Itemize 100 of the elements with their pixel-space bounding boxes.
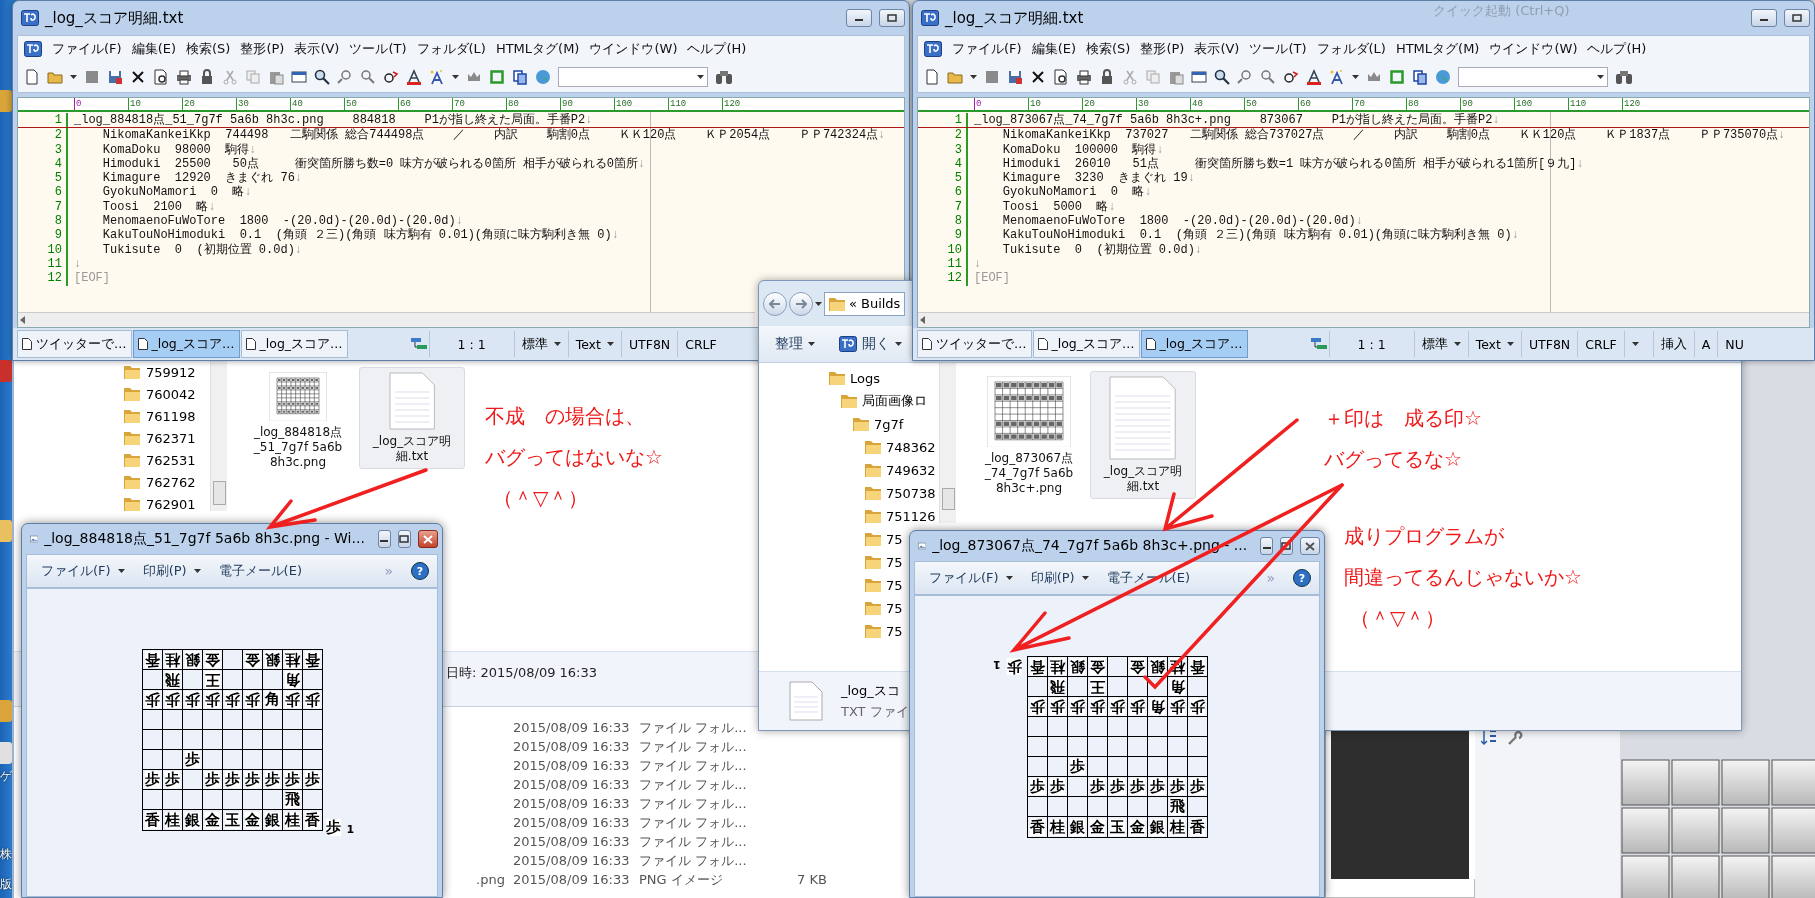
close-icon[interactable] — [130, 69, 146, 85]
menu-item[interactable]: 検索(S) — [1086, 40, 1131, 58]
scissors-icon[interactable] — [222, 69, 238, 85]
frame-icon[interactable] — [1389, 69, 1405, 85]
file-tile[interactable]: _log_スコア明細.txt — [1090, 371, 1196, 499]
magnifier-arrow-icon[interactable] — [1237, 69, 1253, 85]
square-icon[interactable] — [84, 69, 100, 85]
magnifier-arrow-icon[interactable] — [337, 69, 353, 85]
menu-item[interactable]: ファイル(F) — [52, 40, 122, 58]
toolbar-button[interactable]: 開く — [839, 335, 902, 353]
folder-item[interactable]: 762901 — [124, 495, 210, 513]
status-dropdown[interactable]: Text — [567, 331, 621, 357]
save-icon[interactable] — [107, 69, 123, 85]
close-button[interactable] — [1299, 537, 1320, 555]
close-icon[interactable] — [1030, 69, 1046, 85]
file-name[interactable]: .png — [476, 871, 505, 888]
menu-item[interactable]: ツール(T) — [1249, 40, 1307, 58]
menu-item[interactable]: 整形(P) — [1140, 40, 1185, 58]
replace-icon[interactable] — [1283, 69, 1299, 85]
address-bar[interactable]: « Builds — [824, 291, 906, 316]
tab[interactable]: ツイッターで… — [17, 330, 132, 358]
tree-item[interactable]: 75 — [865, 622, 903, 640]
menu-item[interactable]: 編集(E) — [131, 40, 176, 58]
frame-icon[interactable] — [489, 69, 505, 85]
menu-item[interactable]: ヘルプ(H) — [1587, 40, 1647, 58]
menu-item[interactable]: ツール(T) — [349, 40, 407, 58]
menu-item[interactable]: 編集(E) — [1031, 40, 1076, 58]
menu-item[interactable]: 表示(V) — [1194, 40, 1240, 58]
desktop-icon-label[interactable]: 株 — [0, 848, 12, 860]
tab[interactable]: _log_スコア… — [1140, 330, 1248, 358]
menu-button[interactable]: 印刷(P) — [142, 562, 201, 580]
toolbar-button[interactable]: 整理 — [775, 335, 815, 353]
menu-button[interactable]: ファイル(F) — [41, 562, 125, 580]
status-dropdown[interactable]: Text — [1467, 331, 1521, 357]
globe-icon[interactable] — [1435, 69, 1451, 85]
binoculars-icon[interactable] — [715, 69, 733, 85]
tree-item[interactable]: 750738 — [865, 484, 936, 502]
folder-item[interactable]: 762531 — [124, 451, 210, 469]
menu-item[interactable]: HTMLタグ(M) — [495, 40, 580, 58]
breadcrumb-chevron[interactable]: « — [849, 296, 857, 311]
tree-item[interactable]: 75 — [865, 553, 903, 571]
search-combo[interactable] — [558, 67, 708, 87]
menu-button[interactable]: 電子メール(E) — [218, 562, 302, 580]
printer-icon[interactable] — [1076, 69, 1092, 85]
tab[interactable]: _log_スコア… — [1032, 330, 1140, 358]
binoculars-icon[interactable] — [1615, 69, 1633, 85]
pages-icon[interactable] — [1412, 69, 1428, 85]
tree-item[interactable]: 75 — [865, 530, 903, 548]
preview-icon[interactable] — [1053, 69, 1069, 85]
menu-item[interactable]: フォルダ(L) — [416, 40, 486, 58]
status-dropdown[interactable]: 標準 — [513, 331, 568, 357]
menu-item[interactable]: HTMLタグ(M) — [1395, 40, 1480, 58]
search-icon[interactable] — [1214, 69, 1230, 85]
back-button[interactable] — [763, 291, 787, 316]
magnifier-arrow-icon[interactable] — [1260, 69, 1276, 85]
scrollbar[interactable] — [210, 361, 227, 511]
font-effect-icon[interactable] — [429, 69, 445, 85]
magnifier-arrow-icon[interactable] — [360, 69, 376, 85]
tree-item[interactable]: 748362 — [865, 438, 936, 456]
window-icon[interactable] — [291, 69, 307, 85]
folder-icon[interactable] — [947, 69, 963, 85]
folder-item[interactable]: 759912 — [124, 363, 210, 381]
paste-icon[interactable] — [1168, 69, 1184, 85]
tree-item[interactable]: 75 — [865, 576, 903, 594]
menu-item[interactable]: ヘルプ(H) — [687, 40, 747, 58]
maximize-button[interactable] — [879, 9, 905, 27]
folder-item[interactable]: 762762 — [124, 473, 210, 491]
folder-item[interactable]: 761198 — [124, 407, 210, 425]
menu-item[interactable]: 表示(V) — [294, 40, 340, 58]
tree-item[interactable]: 751126 — [865, 507, 936, 525]
minimize-button[interactable] — [377, 530, 391, 548]
menu-item[interactable]: ウインドウ(W) — [1489, 40, 1578, 58]
status-dropdown[interactable]: 標準 — [1413, 331, 1468, 357]
close-button[interactable] — [417, 530, 438, 548]
folder-item[interactable]: 762371 — [124, 429, 210, 447]
new-file-icon[interactable] — [924, 69, 940, 85]
globe-icon[interactable] — [535, 69, 551, 85]
new-file-icon[interactable] — [24, 69, 40, 85]
tab[interactable]: _log_スコア… — [240, 330, 348, 358]
folder-icon[interactable] — [47, 69, 63, 85]
menu-item[interactable]: フォルダ(L) — [1316, 40, 1386, 58]
menu-item[interactable]: ファイル(F) — [952, 40, 1022, 58]
horizontal-scrollbar[interactable] — [18, 312, 755, 327]
transfer-icon[interactable] — [408, 336, 429, 352]
search-icon[interactable] — [314, 69, 330, 85]
desktop-icon-label[interactable]: ゲ — [0, 770, 12, 782]
desktop-icon-label[interactable]: 版 — [0, 878, 12, 890]
search-combo[interactable] — [1458, 67, 1608, 87]
breadcrumb[interactable]: Builds — [860, 296, 901, 311]
tab[interactable]: _log_スコア… — [132, 330, 240, 358]
tab[interactable]: ツイッターで… — [917, 330, 1032, 358]
scissors-icon[interactable] — [1122, 69, 1138, 85]
printer-icon[interactable] — [176, 69, 192, 85]
maximize-button[interactable] — [397, 530, 411, 548]
replace-icon[interactable] — [383, 69, 399, 85]
font-color-icon[interactable] — [406, 69, 422, 85]
file-tile[interactable]: _log_スコア明細.txt — [359, 367, 465, 469]
tree-item[interactable]: 749632 — [865, 461, 936, 479]
menu-item[interactable]: ウインドウ(W) — [589, 40, 678, 58]
tree-item[interactable]: Logs — [829, 369, 880, 387]
